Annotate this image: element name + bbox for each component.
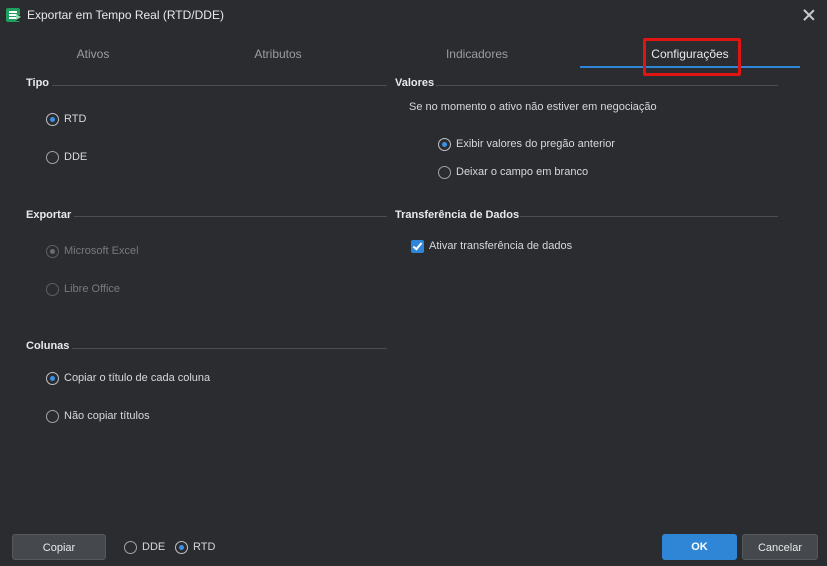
tab-atributos[interactable]: Atributos (186, 40, 370, 68)
radio-copiar-titulo[interactable]: Copiar o título de cada coluna (46, 370, 210, 386)
radio-label: Não copiar títulos (64, 410, 150, 422)
radio-button-icon (46, 112, 59, 126)
app-icon (6, 8, 22, 22)
radio-button-icon (46, 244, 59, 258)
section-title-transferencia: Transferência de Dados (395, 209, 520, 221)
radio-nao-copiar[interactable]: Não copiar títulos (46, 408, 150, 424)
footer-radio-rtd[interactable]: RTD (175, 539, 215, 555)
radio-button-icon (175, 540, 188, 554)
copy-button[interactable]: Copiar (12, 534, 106, 560)
radio-label: Microsoft Excel (64, 245, 139, 257)
divider (520, 216, 778, 217)
section-title-tipo: Tipo (26, 77, 50, 89)
footer-radio-dde[interactable]: DDE (124, 539, 165, 555)
radio-label: RTD (64, 113, 87, 125)
radio-deixar-branco[interactable]: Deixar o campo em branco (438, 164, 588, 180)
radio-microsoft-excel[interactable]: Microsoft Excel (46, 243, 139, 259)
cancel-button[interactable]: Cancelar (742, 534, 818, 560)
tab-ativos[interactable]: Ativos (0, 40, 186, 68)
radio-rtd[interactable]: RTD (46, 111, 86, 127)
radio-exibir-valores[interactable]: Exibir valores do pregão anterior (438, 136, 615, 152)
radio-button-icon (46, 371, 59, 385)
divider (74, 216, 387, 217)
radio-label: Libre Office (64, 283, 121, 295)
window-title: Exportar em Tempo Real (RTD/DDE) (27, 8, 224, 22)
radio-button-icon (46, 282, 59, 296)
highlight-annotation (643, 38, 741, 76)
radio-button-icon (438, 137, 451, 151)
radio-libre-office[interactable]: Libre Office (46, 281, 120, 297)
radio-label: Deixar o campo em branco (456, 166, 589, 178)
radio-label: DDE (64, 151, 88, 163)
divider (72, 348, 387, 349)
radio-label: Exibir valores do pregão anterior (456, 138, 615, 150)
checkbox-ativar-transferencia[interactable]: Ativar transferência de dados (411, 238, 572, 254)
section-title-exportar: Exportar (26, 209, 72, 221)
divider (52, 85, 387, 86)
radio-button-icon (438, 165, 451, 179)
checkbox-label: Ativar transferência de dados (429, 240, 573, 252)
section-title-colunas: Colunas (26, 340, 70, 352)
close-icon[interactable] (801, 7, 817, 23)
radio-label: RTD (193, 541, 216, 553)
section-title-valores: Valores (395, 77, 435, 89)
radio-button-icon (46, 409, 59, 423)
radio-label: Copiar o título de cada coluna (64, 372, 211, 384)
valores-description: Se no momento o ativo não estiver em neg… (409, 101, 657, 113)
radio-dde[interactable]: DDE (46, 149, 87, 165)
divider (436, 85, 778, 86)
tab-indicadores[interactable]: Indicadores (370, 40, 584, 68)
checkbox-checked-icon (411, 239, 424, 253)
radio-button-icon (124, 540, 137, 554)
radio-button-icon (46, 150, 59, 164)
ok-button[interactable]: OK (662, 534, 737, 560)
title-bar: Exportar em Tempo Real (RTD/DDE) (0, 0, 827, 32)
radio-label: DDE (142, 541, 166, 553)
